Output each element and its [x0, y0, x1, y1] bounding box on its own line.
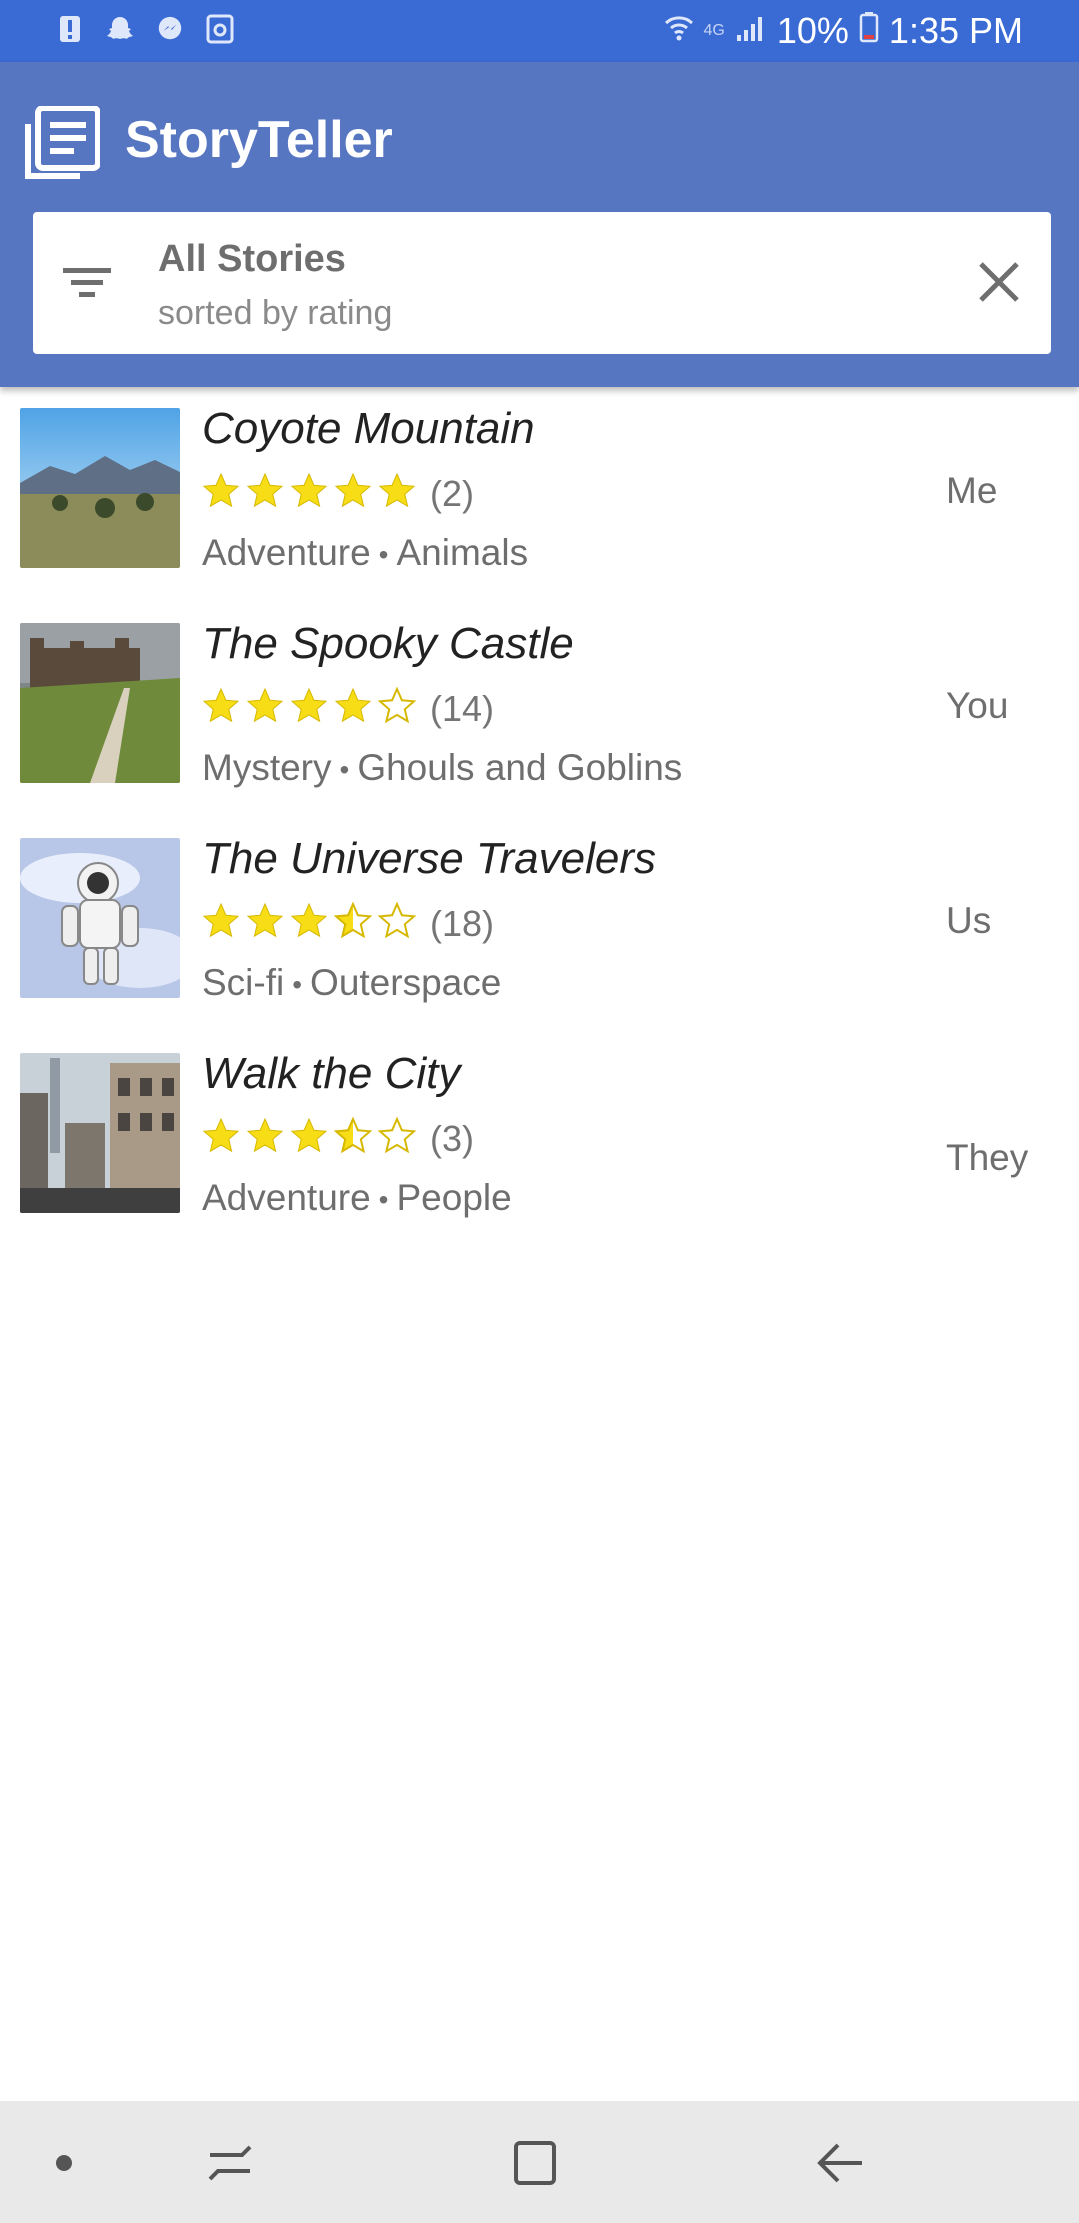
filter-bar[interactable]: All Stories sorted by rating — [33, 212, 1051, 354]
genre-tag: Adventure — [202, 1177, 371, 1218]
separator-dot: • — [292, 969, 303, 1001]
story-tags: Adventure • Animals — [202, 532, 528, 574]
dot-icon[interactable] — [40, 2135, 100, 2191]
city-street-photo — [20, 1053, 180, 1213]
story-title[interactable]: The Universe Travelers — [202, 834, 656, 884]
star-icon — [377, 686, 417, 730]
star-icon — [290, 902, 328, 945]
star-icon — [377, 901, 417, 945]
separator-dot: • — [378, 539, 389, 571]
filter-subtitle: sorted by rating — [158, 294, 393, 332]
signal-icon — [735, 10, 767, 52]
notification-icons — [56, 12, 234, 46]
snapchat-icon — [106, 12, 134, 46]
story-tags: Mystery • Ghouls and Goblins — [202, 747, 682, 789]
filter-icon[interactable] — [61, 258, 115, 308]
star-icon — [334, 472, 372, 515]
topic-tag: Ghouls and Goblins — [357, 747, 683, 788]
list-item[interactable]: Walk the City (3) Adventure • People They — [0, 1045, 1079, 1260]
star-icon — [202, 902, 240, 945]
star-icon — [246, 472, 284, 515]
story-list: Coyote Mountain (2) Adventure • Animals Me… — [0, 400, 1079, 1260]
story-title[interactable]: The Spooky Castle — [202, 619, 574, 669]
recent-apps-icon[interactable] — [202, 2135, 262, 2191]
list-item[interactable]: The Universe Travelers (18) Sci-fi • Outer… — [0, 830, 1079, 1045]
list-item[interactable]: The Spooky Castle (14) Mystery • Ghouls an… — [0, 615, 1079, 830]
story-author: You — [946, 685, 1009, 726]
star-icon — [202, 472, 240, 515]
rating-stars: (18) — [202, 901, 495, 945]
star-icon — [202, 687, 240, 730]
wifi-icon — [664, 10, 694, 52]
star-icon — [377, 1116, 417, 1160]
app-bar: StoryTeller All Stories sorted by rating — [0, 62, 1079, 387]
system-status: 4G 10% 1:35 PM — [664, 10, 1023, 52]
topic-tag: Outerspace — [310, 962, 502, 1003]
separator-dot: • — [339, 754, 350, 786]
star-icon — [378, 472, 416, 515]
story-title[interactable]: Walk the City — [202, 1049, 460, 1099]
story-author: Us — [946, 900, 992, 941]
astronaut-photo — [20, 838, 180, 998]
story-tags: Sci-fi • Outerspace — [202, 962, 501, 1004]
app-title: StoryTeller — [125, 111, 393, 169]
news-icon — [24, 105, 104, 186]
star-icon — [333, 901, 373, 945]
back-icon[interactable] — [810, 2135, 870, 2191]
star-icon — [290, 1117, 328, 1160]
genre-tag: Mystery — [202, 747, 332, 788]
rating-stars: (2) — [202, 472, 474, 515]
story-author: Me — [946, 470, 998, 511]
filter-title: All Stories — [158, 238, 346, 280]
clock: 1:35 PM — [888, 10, 1023, 51]
rating-count: (18) — [430, 902, 495, 944]
rating-count: (3) — [430, 1117, 474, 1159]
mountain-photo — [20, 408, 180, 568]
rating-stars: (14) — [202, 686, 495, 730]
topic-tag: People — [396, 1177, 512, 1218]
story-tags: Adventure • People — [202, 1177, 512, 1219]
story-title[interactable]: Coyote Mountain — [202, 404, 535, 454]
rating-count: (14) — [430, 687, 495, 729]
network-type-label: 4G — [703, 22, 725, 39]
star-icon — [333, 1116, 373, 1160]
star-icon — [290, 687, 328, 730]
star-icon — [246, 1117, 284, 1160]
messenger-icon — [156, 12, 184, 46]
alert-icon — [56, 12, 84, 46]
navigation-bar — [0, 2101, 1079, 2223]
home-icon[interactable] — [506, 2135, 566, 2191]
star-icon — [290, 472, 328, 515]
list-item[interactable]: Coyote Mountain (2) Adventure • Animals Me — [0, 400, 1079, 615]
star-icon — [246, 902, 284, 945]
genre-tag: Sci-fi — [202, 962, 285, 1003]
star-icon — [334, 687, 372, 730]
star-icon — [202, 1117, 240, 1160]
star-icon — [246, 687, 284, 730]
rating-count: (2) — [430, 472, 474, 514]
topic-tag: Animals — [396, 532, 529, 573]
castle-photo — [20, 623, 180, 783]
close-icon[interactable] — [969, 252, 1029, 312]
separator-dot: • — [378, 1184, 389, 1216]
story-author: They — [946, 1137, 1029, 1178]
battery-percent: 10% — [776, 10, 849, 51]
rating-stars: (3) — [202, 1116, 474, 1160]
genre-tag: Adventure — [202, 532, 371, 573]
status-bar: 4G 10% 1:35 PM — [0, 0, 1079, 62]
screenshot-icon — [206, 12, 234, 46]
battery-icon — [859, 10, 879, 52]
